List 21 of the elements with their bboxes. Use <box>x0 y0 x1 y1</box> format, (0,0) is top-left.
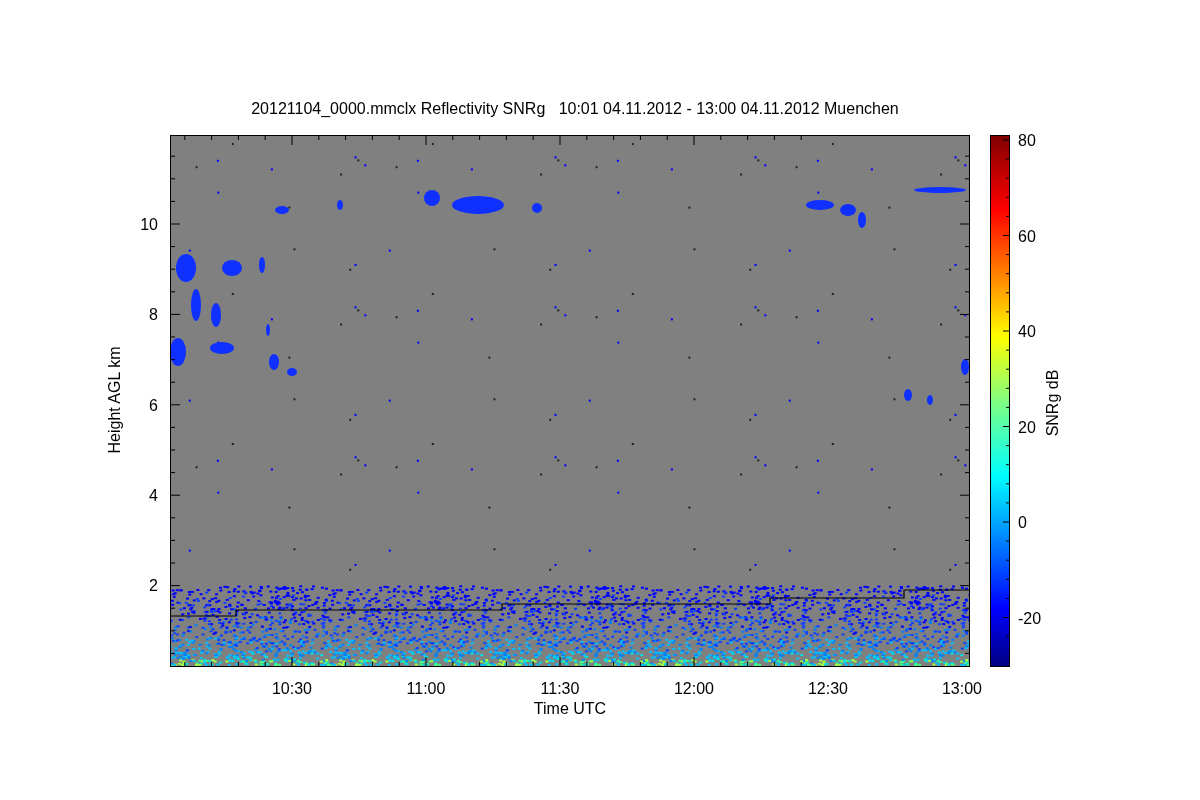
x-tick-label: 11:00 <box>406 680 446 697</box>
colorbar-tick-label: 20 <box>1018 418 1036 436</box>
chart-title: 20121104_0000.mmclx Reflectivity SNRg 10:01 04.11.2012 - 13:00 04.11.2012 Muenchen <box>251 100 899 117</box>
y-tick-label: 10 <box>140 216 158 233</box>
y-tick-label: 4 <box>149 486 158 504</box>
colorbar-tick-label: 60 <box>1018 227 1036 245</box>
x-tick-label: 12:00 <box>674 680 714 697</box>
x-tick-label: 11:30 <box>540 680 580 697</box>
colorbar-tick-label: -20 <box>1018 609 1042 627</box>
colorbar-tick-label: 40 <box>1018 323 1036 340</box>
y-tick-label: 2 <box>149 577 158 595</box>
x-tick-label: 12:30 <box>808 680 848 697</box>
y-tick-label: 6 <box>149 396 158 414</box>
colorbar-label: SNRg dB <box>1044 369 1061 437</box>
x-tick-label: 13:00 <box>942 680 982 697</box>
x-axis-label: Time UTC <box>533 700 607 717</box>
colorbar-tick-label: 80 <box>1018 132 1036 149</box>
x-tick-label: 10:30 <box>272 680 312 697</box>
colorbar-tick-label: 0 <box>1018 514 1027 531</box>
y-tick-label: 8 <box>149 306 158 324</box>
y-axis-label: Height AGL km <box>106 346 123 454</box>
